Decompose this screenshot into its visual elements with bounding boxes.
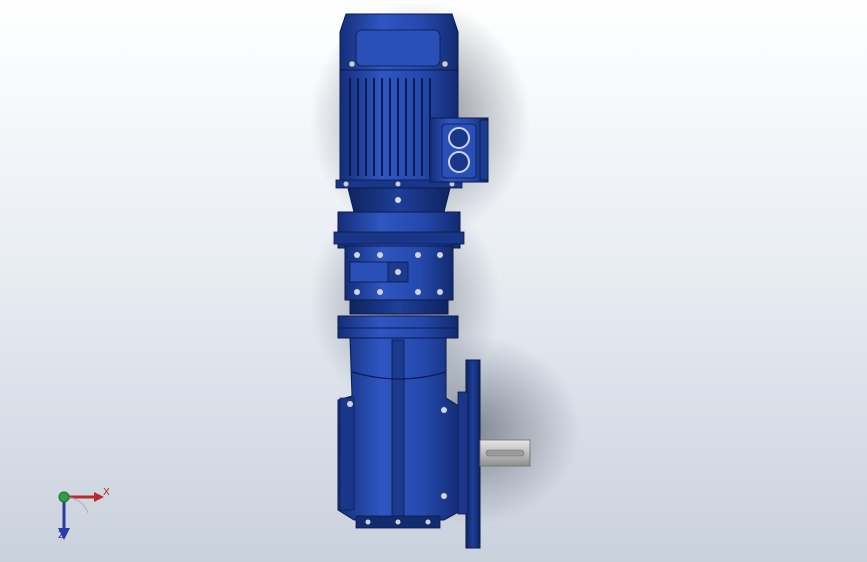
adapter-flange-icon[interactable] (337, 299, 459, 339)
gear-stage-housing-icon[interactable] (333, 211, 465, 301)
motor-fan-cover-icon[interactable] (339, 13, 459, 71)
cad-viewport[interactable]: X Z (0, 0, 867, 562)
motor-flange-icon[interactable] (347, 187, 451, 213)
gearbox-housing-icon[interactable] (337, 337, 463, 529)
axis-x-label: X (103, 487, 110, 498)
output-shaft-icon[interactable] (479, 439, 531, 467)
gearmotor-model[interactable] (0, 0, 867, 562)
axis-z-label: Z (58, 530, 65, 541)
terminal-box-icon[interactable] (429, 117, 489, 183)
